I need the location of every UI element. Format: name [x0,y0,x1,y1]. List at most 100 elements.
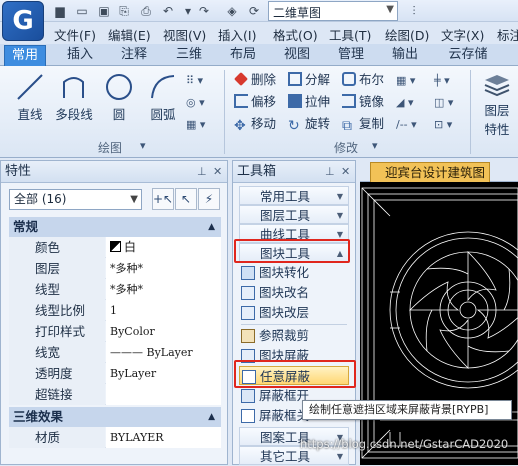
menu-draw[interactable]: 绘图(D) [385,25,429,44]
app-logo[interactable]: G [2,1,44,41]
explode-button[interactable]: 分解 [288,70,330,90]
offset-button[interactable]: 偏移 [234,92,276,112]
tab-cloud[interactable]: 云存储 [440,45,496,66]
copy-button[interactable]: ⧉ 复制 [342,114,384,134]
3d-effects-section-header[interactable]: 三维效果 ▲ [9,407,221,427]
toolbox-item-xclip[interactable]: 参照裁剪 [239,326,349,345]
toolbox-item-block-layer[interactable]: 图块改层 [239,303,349,322]
menu-edit[interactable]: 编辑(E) [108,25,151,44]
line-button[interactable]: 直线 [12,72,48,123]
redo-icon[interactable]: ↷ [196,3,212,19]
close-icon[interactable]: ✕ [341,161,350,183]
property-row-transparency[interactable]: 透明度 ByLayer [9,363,221,384]
toolbox-category-layer[interactable]: 图层工具 ▼ [239,205,349,224]
hatch-icon[interactable]: ▦ ▾ [186,118,205,131]
arc-button[interactable]: 圆弧 [146,72,180,123]
erase-button[interactable]: 删除 [234,70,276,90]
tab-layout[interactable]: 布局 [221,45,265,66]
toolbox-item-block-rename[interactable]: 图块改名 [239,283,349,302]
menu-tools[interactable]: 工具(T) [329,25,371,44]
property-value[interactable]: BYLAYER [106,427,221,448]
property-row-material[interactable]: 材质 BYLAYER [9,427,221,448]
toolbox-category-curve[interactable]: 曲线工具 ▼ [239,224,349,243]
customize-dropdown-icon[interactable]: ⫶ [406,3,422,19]
property-row-linetype[interactable]: 线型 *多种* [9,279,221,300]
toolbox-category-common[interactable]: 常用工具 ▼ [239,186,349,205]
tab-output[interactable]: 输出 [383,45,427,66]
property-value[interactable]: 1 [106,300,221,321]
drawing-tab[interactable]: 迎宾台设计建筑图 [370,162,490,182]
menu-view[interactable]: 视图(V) [163,25,206,44]
ellipse-icon[interactable]: ◎ ▾ [186,96,205,109]
property-value[interactable]: ByLayer [106,363,221,384]
menu-dimension[interactable]: 标注 [497,25,518,44]
toolbox-item-label: 任意屏蔽 [260,369,311,384]
layer-properties-button[interactable]: 图层 特性 [478,72,516,138]
tab-insert[interactable]: 插入 [58,45,102,66]
pin-icon[interactable]: ⊥ [325,161,335,183]
fillet-icon[interactable]: ◢ ▾ [396,96,413,109]
selection-combo[interactable]: 全部 (16) ▼ [9,189,142,210]
menu-file[interactable]: 文件(F) [54,25,96,44]
align-icon[interactable]: ╪ ▾ [434,74,450,87]
undo-icon[interactable]: ↶ [160,3,176,19]
save-as-icon[interactable]: ⎘ [116,3,132,19]
quick-select-button[interactable]: ⚡ [198,188,220,210]
boolean-button[interactable]: 布尔 [342,70,384,90]
menu-text[interactable]: 文字(X) [441,25,484,44]
property-row-plot-style[interactable]: 打印样式 ByColor [9,321,221,342]
help-icon[interactable]: ⟳ [246,3,262,19]
layers-icon[interactable]: ◈ [224,3,240,19]
drawing-canvas[interactable] [360,182,518,465]
property-value[interactable]: ByColor [106,321,221,342]
tab-annotate[interactable]: 注释 [112,45,156,66]
stretch-button[interactable]: 拉伸 [288,92,330,112]
circle-button[interactable]: 圆 [104,72,134,123]
pin-icon[interactable]: ⊥ [197,161,207,183]
undo-dropdown-icon[interactable]: ▾ [180,3,196,19]
menu-insert[interactable]: 插入(I) [218,25,256,44]
scale-icon[interactable]: ◫ ▾ [434,96,453,109]
close-icon[interactable]: ✕ [213,161,222,183]
property-row-layer[interactable]: 图层 *多种* [9,258,221,279]
point-grid-icon[interactable]: ⠿ ▾ [186,74,203,87]
print-icon[interactable]: ⎙ [138,3,154,19]
select-objects-button[interactable]: ↖ [175,188,197,210]
save-icon[interactable]: ▣ [96,3,112,19]
draw-group-expand-icon[interactable]: ▾ [140,139,146,152]
tab-home[interactable]: 常用 [4,45,46,66]
toggle-pickadd-button[interactable]: +↖ [152,188,174,210]
toolbox-item-block-mask[interactable]: 图块屏蔽 [239,346,349,365]
property-value[interactable]: ——— ByLayer [106,342,221,363]
move-button[interactable]: ✥ 移动 [234,114,276,134]
mask-frame-on-icon [241,389,255,403]
toolbox-item-arbitrary-mask[interactable]: 任意屏蔽 [239,366,349,385]
property-key: 材质 [9,427,105,448]
new-file-icon[interactable]: ▆ [52,3,68,19]
tab-3d[interactable]: 三维 [167,45,211,66]
toolbox-item-block-convert[interactable]: 图块转化 [239,263,349,282]
layer-button-label-1: 图层 [484,103,510,118]
property-value[interactable]: 白 [106,237,221,258]
polyline-button[interactable]: 多段线 [52,72,96,123]
property-row-hyperlink[interactable]: 超链接 [9,384,221,405]
rotate-button[interactable]: ↻ 旋转 [288,114,330,134]
break-icon[interactable]: ⊡ ▾ [434,118,452,131]
property-value[interactable] [106,384,221,405]
tab-manage[interactable]: 管理 [329,45,373,66]
toolbox-category-block[interactable]: 图块工具 ▲ [239,243,349,262]
property-value[interactable]: *多种* [106,258,221,279]
trim-icon[interactable]: /-- ▾ [396,118,417,131]
menu-format[interactable]: 格式(O) [273,25,318,44]
array-icon[interactable]: ▦ ▾ [396,74,415,87]
open-folder-icon[interactable]: ▭ [74,3,90,19]
property-value[interactable]: *多种* [106,279,221,300]
general-section-header[interactable]: 常规 ▲ [9,217,221,237]
property-row-lineweight[interactable]: 线宽 ——— ByLayer [9,342,221,363]
property-row-linetype-scale[interactable]: 线型比例 1 [9,300,221,321]
tab-view[interactable]: 视图 [275,45,319,66]
mirror-button[interactable]: 镜像 [342,92,384,112]
modify-group-expand-icon[interactable]: ▾ [372,139,378,152]
property-row-color[interactable]: 颜色 白 [9,237,221,258]
document-select[interactable]: 二维草图 ▼ [268,1,398,21]
